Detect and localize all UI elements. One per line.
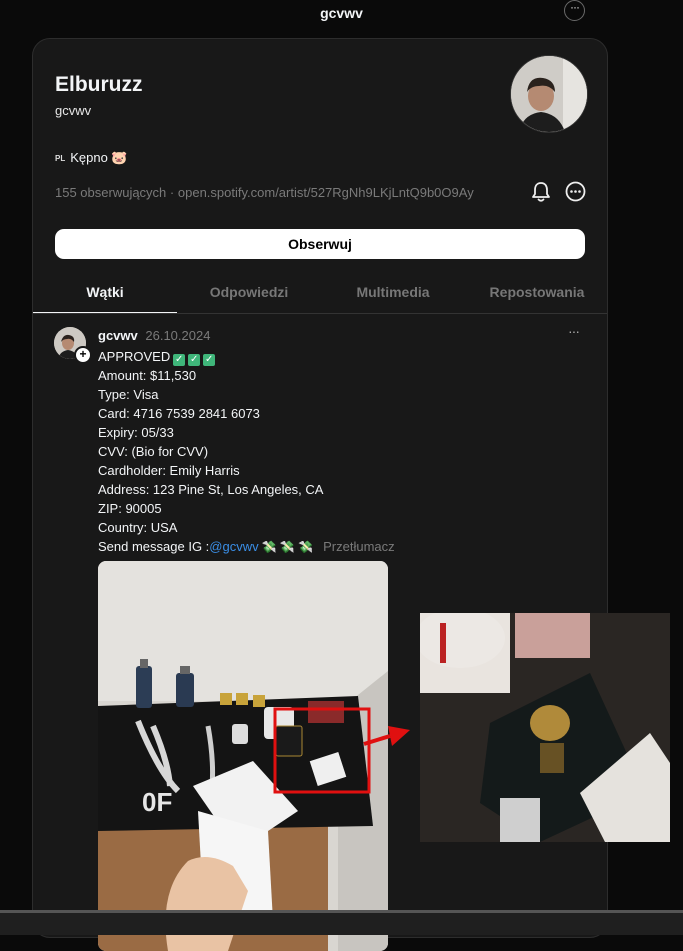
approved-text: APPROVED (98, 349, 171, 364)
follow-plus-icon[interactable]: + (74, 346, 92, 364)
svg-text:0F: 0F (142, 787, 172, 817)
post-line: Country: USA (98, 520, 178, 535)
profile-tabs: Wątki Odpowiedzi Multimedia Repostowania (33, 277, 607, 314)
more-options-icon[interactable]: ··· (564, 0, 585, 21)
post-line: Type: Visa (98, 387, 159, 402)
zoomed-image (420, 613, 670, 842)
red-arrow-icon (362, 722, 412, 752)
tab-replies[interactable]: Odpowiedzi (177, 277, 321, 313)
post-line: Amount: $11,530 (98, 368, 197, 383)
post-more-icon[interactable]: ··· (568, 323, 580, 339)
post-username[interactable]: gcvwv (98, 328, 138, 343)
bio-text: Kępno 🐷 (70, 150, 128, 165)
followers-count[interactable]: 155 obserwujących (55, 185, 166, 200)
bell-icon[interactable] (531, 181, 551, 203)
post-line-send: Send message IG :@gcvwv 💸 💸 💸 Przetłumacz (98, 537, 395, 557)
money-emoji: 💸 💸 💸 (261, 540, 314, 554)
profile-avatar[interactable] (510, 55, 588, 133)
post-line: Expiry: 05/33 (98, 425, 174, 440)
tab-reposts[interactable]: Repostowania (465, 277, 607, 313)
post-header: gcvwv 26.10.2024 (98, 328, 210, 343)
top-bar: gcvwv ··· (0, 0, 683, 30)
post-line: ZIP: 90005 (98, 501, 162, 516)
post-line-approved: APPROVED ✓ ✓ ✓ (98, 347, 395, 366)
mention-link[interactable]: @gcvwv (209, 539, 258, 554)
send-prefix: Send message IG : (98, 539, 210, 554)
post-text: APPROVED ✓ ✓ ✓ Amount: $11,530 Type: Visa C… (98, 347, 395, 557)
post-line: Card: 4716 7539 2841 6073 (98, 406, 260, 421)
meta-separator: · (169, 185, 175, 200)
post-date: 26.10.2024 (145, 328, 211, 343)
profile-bio: PL Kępno 🐷 (55, 150, 128, 166)
more-circle-icon[interactable] (565, 181, 586, 202)
follow-button[interactable]: Obserwuj (55, 229, 585, 259)
check-icon: ✓ (188, 354, 201, 366)
check-icon: ✓ (203, 354, 216, 366)
profile-link[interactable]: open.spotify.com/artist/527RgNh9LKjLntQ9… (178, 185, 474, 200)
profile-handle: gcvwv (55, 103, 92, 118)
post-line: Address: 123 Pine St, Los Angeles, CA (98, 482, 324, 497)
tab-threads[interactable]: Wątki (33, 277, 177, 313)
translate-link[interactable]: Przetłumacz (323, 539, 395, 554)
bottom-bar (0, 910, 683, 935)
profile-name: Elburuzz (55, 73, 143, 96)
profile-meta: 155 obserwujących · open.spotify.com/art… (55, 185, 474, 200)
check-icon: ✓ (173, 354, 186, 366)
post-line: CVV: (Bio for CVV) (98, 444, 209, 459)
post-image[interactable]: 0F (98, 561, 388, 951)
post-line: Cardholder: Emily Harris (98, 463, 240, 478)
tab-media[interactable]: Multimedia (321, 277, 465, 313)
country-flag: PL (55, 153, 66, 163)
